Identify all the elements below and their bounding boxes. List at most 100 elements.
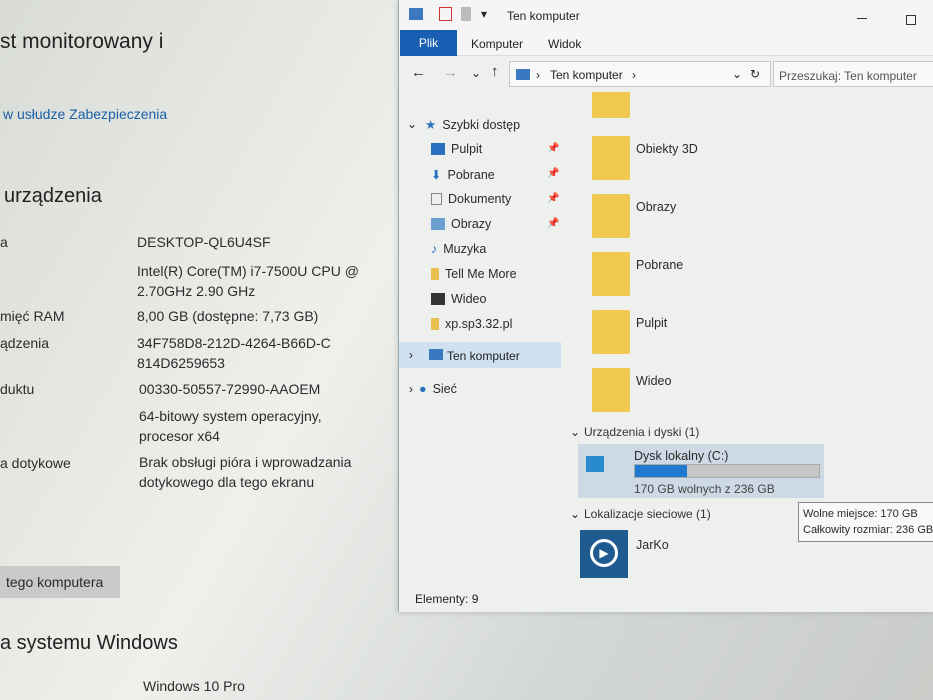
address-dropdown-icon[interactable]: ⌄ (732, 67, 742, 81)
recent-locations-icon[interactable]: ⌄ (471, 66, 481, 80)
tab-file[interactable]: Plik (400, 30, 457, 56)
content-pane: Obiekty 3D Obrazy Pobrane Pulpit Wideo ⌄… (564, 92, 933, 592)
music-icon: ♪ (431, 242, 438, 256)
nav-label: xp.sp3.32.pl (445, 317, 513, 331)
nav-item-xp[interactable]: xp.sp3.32.pl (431, 317, 512, 331)
address-row: ← → ⌄ ↑ › Ten komputer › ⌄ ↻ Przeszukaj:… (399, 58, 933, 92)
folder-label[interactable]: Obiekty 3D (636, 142, 698, 156)
windows-spec-heading: a systemu Windows (0, 632, 178, 654)
nav-label: Pulpit (451, 142, 483, 156)
chevron-right-icon[interactable]: › (409, 348, 413, 362)
nav-label: Sieć (432, 382, 457, 396)
expand-icon[interactable]: ⌄ (407, 117, 417, 131)
device-name-value: DESKTOP-QL6U4SF (137, 234, 271, 250)
music-folder-icon[interactable] (592, 92, 630, 118)
media-server-icon[interactable]: ▶ (580, 530, 628, 578)
nav-label: Obrazy (451, 217, 492, 231)
minimize-button[interactable] (857, 18, 867, 19)
desktop-icon (431, 143, 445, 155)
drive-usage-bar (634, 464, 820, 478)
nav-item-videos[interactable]: Wideo (431, 292, 486, 306)
search-placeholder: Przeszukaj: Ten komputer (779, 69, 917, 83)
folder-icon (431, 318, 439, 330)
monitored-text: st monitorowany i (0, 30, 164, 53)
folder-desktop[interactable] (592, 310, 630, 354)
security-link[interactable]: w usłudze Zabezpieczenia (3, 106, 167, 122)
ram-value: 8,00 GB (dostępne: 7,73 GB) (137, 308, 319, 324)
nav-label: Tell Me More (445, 267, 517, 281)
breadcrumb-this-pc[interactable]: Ten komputer (550, 68, 623, 82)
back-button[interactable]: ← (411, 64, 426, 81)
pin-icon[interactable]: 📌 (547, 218, 559, 229)
ribbon-tabs: Plik Komputer Widok (399, 30, 933, 56)
nav-quick-access[interactable]: ★ Szybki dostęp (425, 117, 520, 133)
pictures-icon (431, 218, 445, 230)
tab-computer[interactable]: Komputer (471, 37, 523, 51)
device-id-value: 34F758D8-212D-4264-B66D-C814D6259653 (137, 335, 331, 371)
folder-label[interactable]: Wideo (636, 374, 671, 388)
new-folder-icon[interactable] (461, 7, 471, 21)
drive-usage-fill (635, 465, 687, 477)
folder-downloads[interactable] (592, 252, 630, 296)
tooltip-total: Całkowity rozmiar: 236 GB (803, 524, 933, 536)
system-type-value: 64-bitowy system operacyjny, procesor x6… (139, 408, 322, 444)
folder-videos[interactable] (592, 368, 630, 412)
folder-label[interactable]: Obrazy (636, 200, 676, 214)
chevron-right-icon[interactable]: › (409, 382, 413, 396)
nav-label: Muzyka (443, 242, 487, 256)
drive-free-text: 170 GB wolnych z 236 GB (634, 482, 775, 496)
nav-label: Ten komputer (447, 349, 520, 363)
download-icon: ⬇ (431, 168, 442, 182)
pin-icon[interactable]: 📌 (547, 193, 559, 204)
document-icon (431, 193, 442, 205)
forward-button[interactable]: → (443, 64, 458, 81)
computer-icon (409, 8, 423, 20)
pin-icon[interactable]: 📌 (547, 143, 559, 154)
tab-view[interactable]: Widok (548, 37, 581, 51)
spec-label: a dotykowe (0, 455, 71, 471)
spec-label: duktu (0, 381, 35, 397)
spec-label: a (0, 234, 8, 250)
star-icon: ★ (425, 118, 437, 132)
window-title: Ten komputer (507, 9, 580, 23)
network-item-label[interactable]: JarKo (636, 538, 669, 552)
customize-quick-access-icon[interactable]: ▾ (481, 7, 487, 21)
spec-label: ądzenia (0, 335, 50, 351)
status-item-count: Elementy: 9 (415, 592, 479, 606)
chevron-right-icon[interactable]: › (632, 68, 636, 82)
tooltip-free: Wolne miejsce: 170 GB (803, 508, 918, 520)
folder-pictures[interactable] (592, 194, 630, 238)
search-input[interactable]: Przeszukaj: Ten komputer (773, 61, 933, 87)
edition-value: Windows 10 Pro (143, 678, 245, 694)
nav-item-tell-me-more[interactable]: Tell Me More (431, 267, 517, 281)
rename-pc-button[interactable]: tego komputera (0, 566, 120, 598)
nav-item-pictures[interactable]: Obrazy (431, 217, 491, 231)
title-bar: ▾ Ten komputer (399, 0, 933, 30)
product-id-value: 00330-50557-72990-AAOEM (139, 381, 321, 397)
nav-item-desktop[interactable]: Pulpit (431, 142, 482, 156)
nav-network[interactable]: › ● Sieć (409, 382, 457, 396)
folder-3d-objects[interactable] (592, 136, 630, 180)
folder-label[interactable]: Pobrane (636, 258, 683, 272)
nav-item-downloads[interactable]: ⬇ Pobrane (431, 167, 495, 183)
computer-icon (429, 349, 443, 360)
up-button[interactable]: ↑ (491, 63, 499, 80)
file-explorer-window: ▾ Ten komputer Plik Komputer Widok ← → ⌄… (398, 0, 933, 612)
nav-label: Dokumenty (448, 192, 512, 206)
refresh-icon[interactable]: ↻ (750, 67, 760, 81)
properties-icon[interactable] (439, 7, 452, 21)
folder-label[interactable]: Pulpit (636, 316, 667, 330)
nav-this-pc[interactable]: › Ten komputer (399, 342, 561, 368)
pin-icon[interactable]: 📌 (547, 168, 559, 179)
collapse-group-icon[interactable]: ⌄ (570, 425, 580, 439)
network-group-header[interactable]: Lokalizacje sieciowe (1) (584, 507, 711, 521)
nav-item-documents[interactable]: Dokumenty (431, 192, 511, 206)
nav-item-music[interactable]: ♪ Muzyka (431, 242, 486, 256)
pen-touch-value: Brak obsługi pióra i wprowadzania dotyko… (139, 454, 352, 490)
drive-c[interactable]: Dysk lokalny (C:) 170 GB wolnych z 236 G… (578, 444, 824, 498)
chevron-right-icon: › (536, 68, 540, 82)
address-bar[interactable]: › Ten komputer › ⌄ ↻ (509, 61, 771, 87)
collapse-group-icon[interactable]: ⌄ (570, 507, 580, 521)
devices-group-header[interactable]: Urządzenia i dyski (1) (584, 425, 699, 439)
maximize-button[interactable] (906, 15, 916, 25)
